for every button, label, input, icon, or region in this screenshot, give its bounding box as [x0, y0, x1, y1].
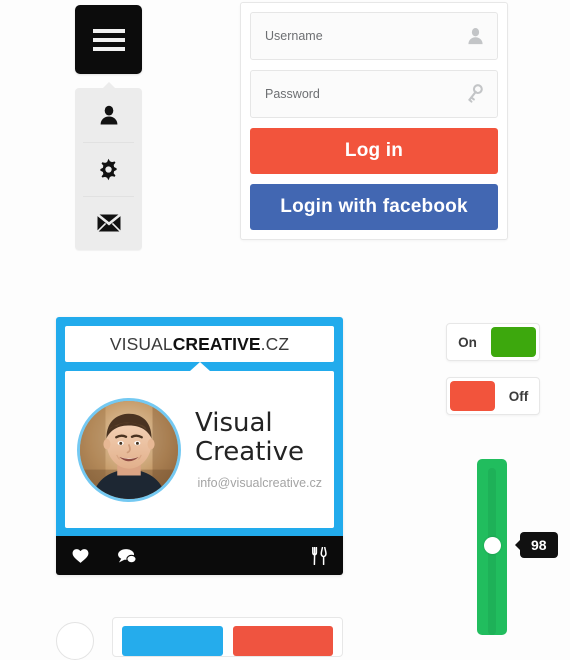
hamburger-icon-bar — [92, 46, 125, 51]
bottom-mini-button-red[interactable] — [232, 626, 333, 656]
password-input[interactable] — [251, 71, 497, 117]
toggle-group: On Off — [446, 323, 540, 415]
hamburger-icon-bar — [92, 37, 125, 42]
key-icon — [466, 84, 485, 104]
avatar-photo — [80, 400, 178, 499]
brand-name-light: VISUAL — [109, 333, 173, 354]
gear-icon — [97, 158, 120, 181]
comments-icon[interactable] — [117, 548, 137, 564]
user-icon — [98, 104, 120, 126]
nav-item-profile[interactable] — [75, 88, 142, 142]
card-action-bar — [56, 536, 343, 575]
username-input[interactable] — [251, 13, 497, 59]
brand-name-bold: CREATIVE — [172, 333, 261, 354]
toggle-on-label: On — [458, 334, 477, 350]
username-field-wrapper — [250, 12, 498, 60]
profile-panel: Visual Creative info@visualcreative.cz — [65, 362, 334, 528]
profile-card-body: VISUAL CREATIVE .CZ Visual Creative info… — [56, 317, 343, 536]
profile-card: VISUAL CREATIVE .CZ Visual Creative info… — [56, 317, 343, 575]
bottom-mini-button-cyan[interactable] — [122, 626, 223, 656]
envelope-icon — [96, 214, 121, 232]
hamburger-icon-bar — [92, 28, 125, 33]
hamburger-menu-button[interactable] — [75, 5, 142, 74]
toggle-off-knob[interactable] — [450, 381, 495, 411]
user-icon — [466, 27, 485, 46]
login-card: Log in Login with facebook — [240, 2, 508, 240]
brand-name-tld: .CZ — [260, 333, 290, 354]
avatar — [77, 397, 181, 502]
toggle-off-label: Off — [508, 388, 529, 404]
nav-item-settings[interactable] — [75, 142, 142, 196]
profile-name-line-2: Creative — [195, 436, 305, 467]
heart-icon[interactable] — [72, 548, 89, 564]
bottom-card-partial — [112, 617, 343, 657]
ui-kit-stage: Log in Login with facebook VISUALCREATIV… — [0, 0, 570, 660]
brand-bar: VISUAL CREATIVE .CZ — [65, 326, 334, 362]
slider-handle[interactable] — [484, 537, 501, 554]
login-submit-button[interactable]: Log in — [250, 128, 498, 174]
toggle-switch-off[interactable]: Off — [446, 377, 540, 415]
password-field-wrapper — [250, 70, 498, 118]
icon-stack — [75, 82, 142, 250]
bottom-circle-partial[interactable] — [56, 622, 94, 660]
profile-email: info@visualcreative.cz — [197, 475, 322, 490]
nav-widget — [75, 5, 142, 250]
vertical-slider[interactable]: 98 — [477, 459, 558, 635]
slider-value-tooltip: 98 — [515, 532, 558, 558]
profile-text: Visual Creative info@visualcreative.cz — [195, 409, 322, 489]
toggle-switch-on[interactable]: On — [446, 323, 540, 361]
facebook-login-button[interactable]: Login with facebook — [250, 184, 498, 230]
cutlery-icon[interactable] — [312, 546, 327, 565]
profile-name-line-1: Visual — [195, 408, 273, 439]
profile-name: Visual Creative — [195, 409, 322, 465]
toggle-on-knob[interactable] — [491, 327, 536, 357]
nav-item-messages[interactable] — [75, 196, 142, 250]
